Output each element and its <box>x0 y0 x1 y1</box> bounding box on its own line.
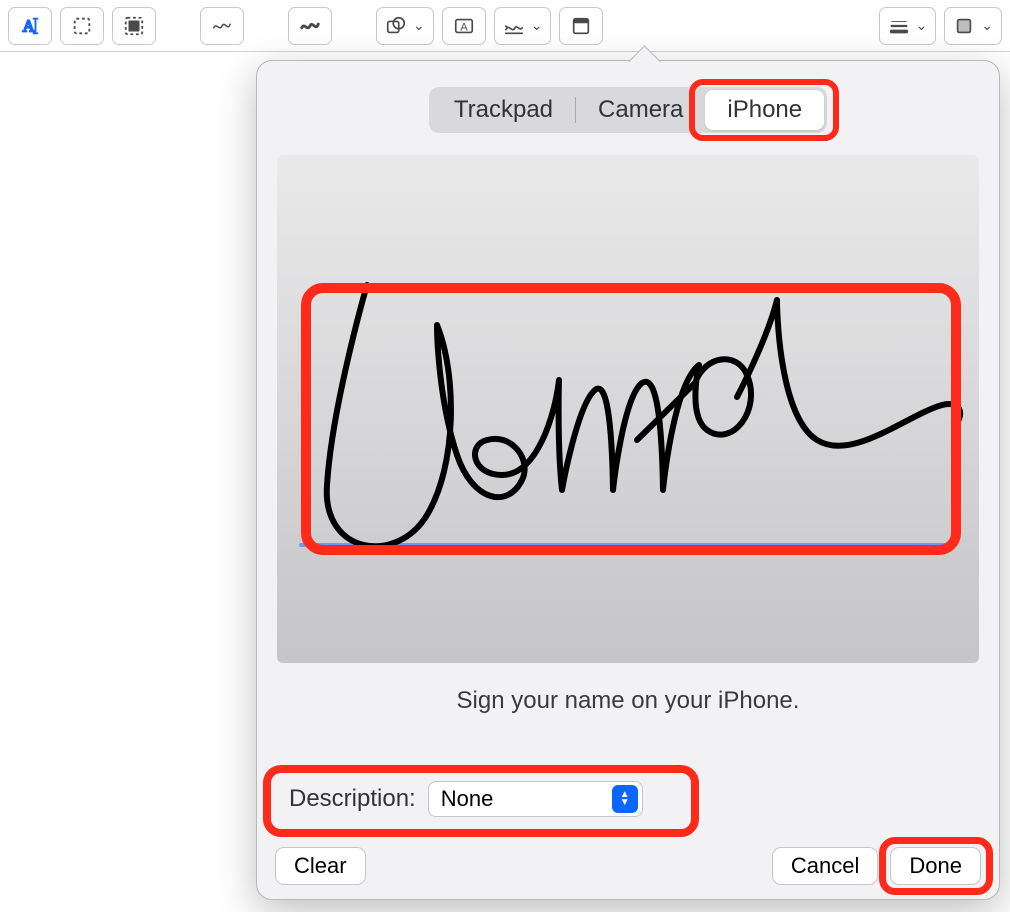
draw-button[interactable] <box>288 7 332 45</box>
text-box-icon: A <box>453 15 475 37</box>
svg-text:A: A <box>460 21 468 33</box>
fill-color-button[interactable]: ⌄ <box>944 7 1002 45</box>
markup-toolbar: A <box>0 0 1010 52</box>
crop-button[interactable] <box>559 7 603 45</box>
signature-stroke <box>307 265 967 565</box>
description-value: None <box>441 786 494 812</box>
select-rect-button[interactable] <box>60 7 104 45</box>
select-full-icon <box>123 15 145 37</box>
shapes-button[interactable]: ⌄ <box>376 7 434 45</box>
description-select[interactable]: None ▲▼ <box>428 781 643 817</box>
instruction-text: Sign your name on your iPhone. <box>257 687 999 715</box>
signature-canvas[interactable] <box>277 155 979 663</box>
description-label: Description: <box>289 785 416 813</box>
chevron-down-icon: ⌄ <box>981 17 993 34</box>
fill-color-icon <box>953 15 975 37</box>
signature-button[interactable]: ⌄ <box>494 7 552 45</box>
description-row: Description: None ▲▼ <box>275 773 657 825</box>
sketch-button[interactable] <box>200 7 244 45</box>
tab-trackpad[interactable]: Trackpad <box>432 90 575 130</box>
done-button[interactable]: Done <box>890 847 981 885</box>
text-box-button[interactable]: A <box>442 7 486 45</box>
chevron-down-icon: ⌄ <box>531 17 543 34</box>
tab-iphone[interactable]: iPhone <box>705 90 824 130</box>
updown-arrows-icon: ▲▼ <box>612 785 638 813</box>
text-tool-button[interactable]: A <box>8 7 52 45</box>
chevron-down-icon: ⌄ <box>916 17 928 34</box>
scribble-thin-icon <box>211 15 233 37</box>
cancel-button[interactable]: Cancel <box>772 847 878 885</box>
clear-button[interactable]: Clear <box>275 847 366 885</box>
select-full-button[interactable] <box>112 7 156 45</box>
signature-popover: Trackpad Camera iPhone Sign your name on… <box>256 60 1000 900</box>
text-cursor-icon: A <box>19 15 41 37</box>
crop-icon <box>570 15 592 37</box>
scribble-bold-icon <box>299 15 321 37</box>
tab-camera[interactable]: Camera <box>576 90 705 130</box>
line-style-button[interactable]: ⌄ <box>879 7 937 45</box>
chevron-down-icon: ⌄ <box>413 17 425 34</box>
signature-icon <box>503 15 525 37</box>
dialog-buttons: Clear Cancel Done <box>275 847 981 885</box>
source-segmented-control: Trackpad Camera iPhone <box>429 87 827 133</box>
line-weight-icon <box>888 15 910 37</box>
shapes-icon <box>385 15 407 37</box>
select-rect-icon <box>71 15 93 37</box>
